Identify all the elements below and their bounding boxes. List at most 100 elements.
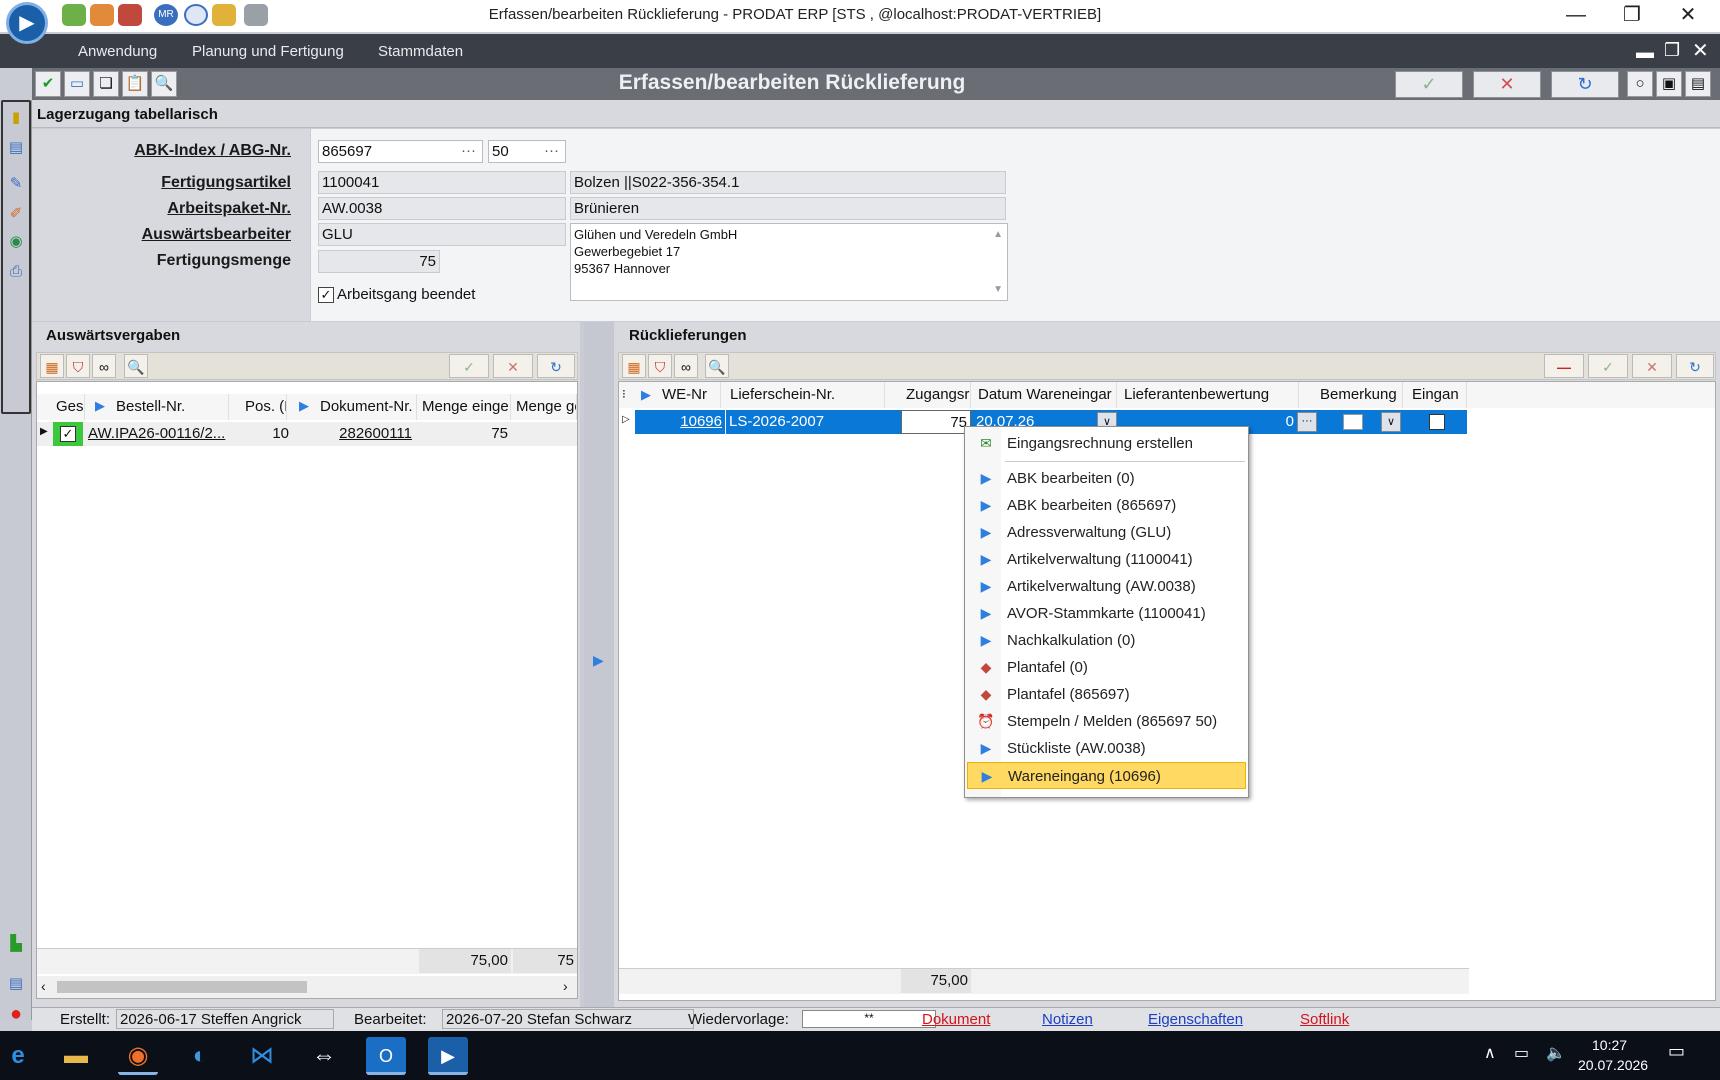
explorer-icon[interactable]: ▬ <box>56 1037 96 1075</box>
volume-icon[interactable]: 🔈 <box>1546 1043 1566 1063</box>
network-icon[interactable]: ▭ <box>1514 1043 1529 1063</box>
mdi-minimize-icon[interactable]: ▬ <box>1636 42 1654 63</box>
remark-dropdown-icon[interactable]: ∨ <box>1381 412 1401 432</box>
lt-add-chart-icon[interactable]: ▙ <box>4 932 28 956</box>
firefox-icon[interactable]: ◉ <box>118 1037 158 1075</box>
delete-row-icon[interactable]: — <box>1544 354 1584 378</box>
r-glasses-icon[interactable]: ∞ <box>674 354 698 378</box>
menu-item-avor[interactable]: ▶ AVOR-Stammkarte (1100041) <box>967 600 1246 627</box>
cell-dokument[interactable]: 282600111 <box>317 422 415 446</box>
left-cancel-icon[interactable]: ✕ <box>493 354 533 378</box>
operation-finished-label[interactable]: Arbeitsgang beendet <box>337 286 475 303</box>
outlook-icon[interactable]: O <box>366 1037 406 1075</box>
mdi-restore-icon[interactable]: ❐ <box>1664 40 1680 61</box>
cell-zugang[interactable]: 75 <box>901 410 971 434</box>
menu-item-plantafel-0[interactable]: ◆ Plantafel (0) <box>967 654 1246 681</box>
close-button[interactable]: ✕ <box>1660 0 1716 32</box>
export-icon[interactable]: ▤ <box>1685 71 1711 97</box>
cell-lieferschein[interactable]: LS-2026-2007 <box>725 410 899 434</box>
left-confirm-icon[interactable]: ✓ <box>449 354 489 378</box>
row-checkbox[interactable]: ✓ <box>60 426 76 442</box>
menu-stammdaten[interactable]: Stammdaten <box>378 43 463 60</box>
remark-note-icon[interactable] <box>1343 414 1363 430</box>
lt-document-icon[interactable]: ▤ <box>4 136 28 160</box>
label-workpackage[interactable]: Arbeitspaket-Nr. <box>36 200 291 218</box>
menu-item-plantafel-865697[interactable]: ◆ Plantafel (865697) <box>967 681 1246 708</box>
row-check-cell[interactable]: ✓ <box>53 422 83 446</box>
left-refresh-icon[interactable]: ↻ <box>537 354 575 378</box>
article-nr-field[interactable]: 1100041 <box>318 171 566 194</box>
abg-lookup-icon[interactable]: ··· <box>544 142 559 159</box>
col-eingang[interactable]: Eingan <box>1409 382 1467 408</box>
address-scroll-down-icon[interactable]: ▼ <box>993 281 1003 298</box>
rating-lookup-icon[interactable]: ··· <box>1297 412 1317 432</box>
app-feather-icon[interactable]: ◐ <box>180 1037 220 1075</box>
left-hscrollbar[interactable]: ‹ › <box>37 976 577 998</box>
lt-list-icon[interactable]: ▤ <box>4 972 28 996</box>
workpackage-nr-field[interactable]: AW.0038 <box>318 197 566 220</box>
mdi-close-icon[interactable]: ✕ <box>1692 38 1709 63</box>
pane-splitter[interactable]: ▶ <box>584 322 614 1007</box>
scroll-left-icon[interactable]: ‹ <box>41 978 46 994</box>
abg-nr-field[interactable]: 50 ··· <box>488 140 566 163</box>
notification-icon[interactable]: ▭ <box>1668 1041 1685 1062</box>
prodat-icon[interactable]: ▶ <box>428 1037 468 1075</box>
splitter-arrow-icon[interactable]: ▶ <box>593 652 604 669</box>
r-grid-layout-icon[interactable]: ▦ <box>622 354 646 378</box>
menu-item-stempeln[interactable]: ⏰ Stempeln / Melden (865697 50) <box>967 708 1246 735</box>
link-eigenschaften[interactable]: Eigenschaften <box>1148 1011 1243 1028</box>
col-lieferschein[interactable]: Lieferschein-Nr. <box>727 382 885 408</box>
menu-anwendung[interactable]: Anwendung <box>78 43 157 60</box>
glasses-icon[interactable]: ∞ <box>92 354 116 378</box>
operation-finished-checkbox[interactable]: ✓ <box>318 287 334 303</box>
col-pos[interactable]: Pos. (I <box>242 394 287 420</box>
table-row[interactable]: ▶ ✓ AW.IPA26-00116/2... 10 282600111 75 <box>37 422 577 446</box>
menu-planung[interactable]: Planung und Fertigung <box>192 43 344 60</box>
menu-item-eingangsrechnung[interactable]: ✉ Eingangsrechnung erstellen <box>967 430 1246 457</box>
help-icon[interactable]: ○ <box>1627 71 1653 97</box>
menu-item-stueckliste[interactable]: ▶ Stückliste (AW.0038) <box>967 735 1246 762</box>
col-ges[interactable]: Ges <box>53 394 85 420</box>
refresh-button[interactable]: ↻ <box>1551 71 1619 98</box>
r-confirm-icon[interactable]: ✓ <box>1588 354 1628 378</box>
abk-lookup-icon[interactable]: ··· <box>461 142 476 159</box>
scroll-thumb[interactable] <box>57 981 307 993</box>
lt-print-icon[interactable]: ⎙ <box>4 260 28 284</box>
grid-layout-icon[interactable]: ▦ <box>40 354 64 378</box>
minimize-button[interactable]: — <box>1548 0 1604 32</box>
cell-bestell[interactable]: AW.IPA26-00116/2... <box>85 422 235 446</box>
r-filter-icon[interactable]: ⛉ <box>648 354 672 378</box>
label-article[interactable]: Fertigungsartikel <box>36 174 291 192</box>
resubmit-field[interactable]: ** <box>802 1010 936 1028</box>
app-logo-icon[interactable]: ▶ <box>6 2 48 44</box>
col-menge-ge[interactable]: Menge ge <box>513 394 577 420</box>
link-dokument[interactable]: Dokument <box>922 1011 990 1028</box>
eingang-checkbox[interactable] <box>1429 414 1445 430</box>
menu-item-artikel-aw0038[interactable]: ▶ Artikelverwaltung (AW.0038) <box>967 573 1246 600</box>
col-menge-ein[interactable]: Menge einge <box>419 394 511 420</box>
contractor-code-field[interactable]: GLU <box>318 223 566 246</box>
lt-stop-icon[interactable]: ● <box>4 1002 28 1026</box>
r-find-icon[interactable]: 🔍 <box>705 354 729 378</box>
col-dokument[interactable]: Dokument-Nr. <box>317 394 417 420</box>
find-icon[interactable]: 🔍 <box>124 354 148 378</box>
col-datum[interactable]: Datum Wareneingar <box>975 382 1117 408</box>
teamviewer-icon[interactable]: ⇔ <box>304 1037 344 1075</box>
cell-we-nr[interactable]: 10696 <box>635 410 725 434</box>
menu-item-abk-865697[interactable]: ▶ ABK bearbeiten (865697) <box>967 492 1246 519</box>
ie-icon[interactable]: e <box>0 1037 38 1075</box>
link-notizen[interactable]: Notizen <box>1042 1011 1093 1028</box>
menu-item-abk-0[interactable]: ▶ ABK bearbeiten (0) <box>967 465 1246 492</box>
quantity-field[interactable]: 75 <box>318 250 440 273</box>
restore-button[interactable]: ❐ <box>1604 0 1660 32</box>
label-abk[interactable]: ABK-Index / ABG-Nr. <box>36 142 291 160</box>
cancel-button[interactable]: ✕ <box>1473 71 1541 98</box>
vscode-icon[interactable]: ⋈ <box>242 1037 282 1075</box>
filter-icon[interactable]: ⛉ <box>66 354 90 378</box>
abk-index-field[interactable]: 865697 ··· <box>318 140 483 163</box>
confirm-button[interactable]: ✓ <box>1395 71 1463 98</box>
col-bemerkung[interactable]: Bemerkung <box>1317 382 1403 408</box>
lt-pen-icon[interactable]: ✎ <box>4 172 28 196</box>
col-zugang[interactable]: Zugangsr <box>903 382 971 408</box>
col-bestell[interactable]: Bestell-Nr. <box>113 394 229 420</box>
